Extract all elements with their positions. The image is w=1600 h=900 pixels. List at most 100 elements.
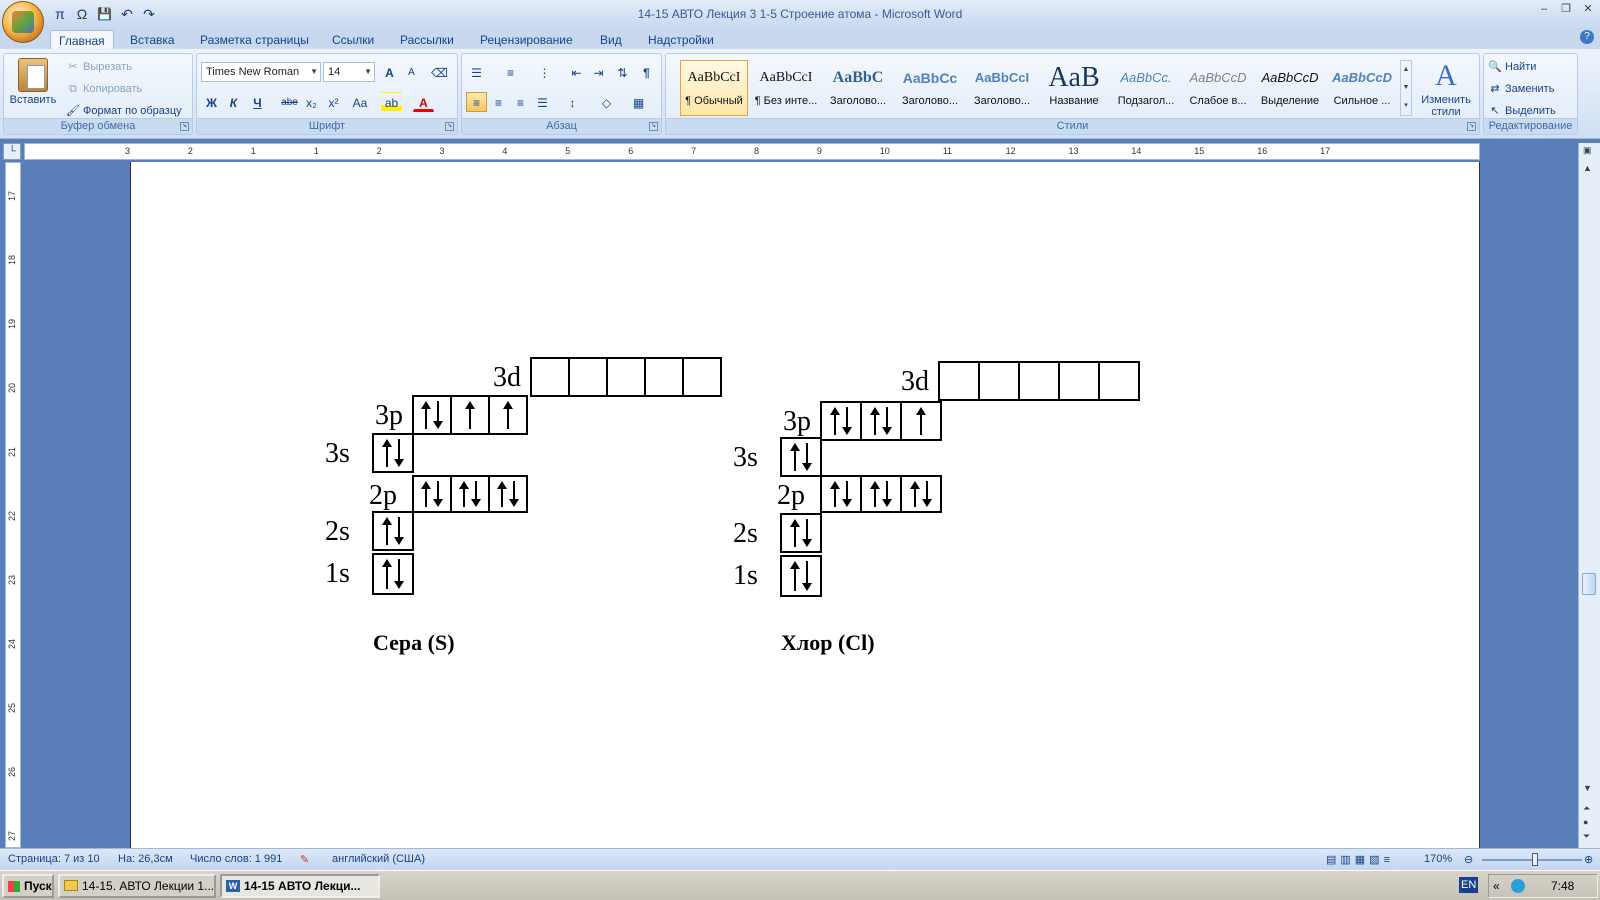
zoom-in-icon[interactable]: ⊕	[1584, 853, 1593, 866]
redo-button[interactable]: ↷	[139, 4, 159, 24]
paste-button[interactable]: Вставить	[8, 58, 58, 106]
font-name-combo[interactable]: Times New Roman ▼	[201, 62, 321, 82]
tab-insert[interactable]: Вставка	[122, 30, 183, 50]
select-button[interactable]: ↖ Выделить	[1488, 104, 1555, 118]
tab-home[interactable]: Главная	[50, 30, 114, 50]
equation-button[interactable]: π	[50, 4, 70, 24]
scroll-up-icon[interactable]: ▲	[1583, 163, 1592, 173]
zoom-slider-thumb[interactable]	[1532, 853, 1538, 866]
office-button[interactable]	[2, 1, 44, 43]
superscript-button[interactable]: x²	[323, 92, 344, 112]
find-button[interactable]: 🔍 Найти	[1488, 60, 1536, 74]
style-intense-emphasis[interactable]: AaBbCcD Сильное ...	[1328, 60, 1396, 116]
style-heading-1[interactable]: AaBbC Заголово...	[824, 60, 892, 116]
tab-review[interactable]: Рецензирование	[472, 30, 581, 50]
highlight-icon[interactable]: ab	[381, 92, 402, 112]
vertical-scrollbar[interactable]: ▣ ▲ ▼ ⏶ ● ⏷	[1578, 143, 1600, 848]
scroll-thumb[interactable]	[1582, 573, 1596, 595]
taskbar-folder-item[interactable]: 14-15. АВТО Лекции 1...	[58, 874, 216, 898]
style-subtle-emphasis[interactable]: AaBbCcD Слабое в...	[1184, 60, 1252, 116]
decrease-indent-icon[interactable]: ⇤	[566, 62, 587, 82]
tab-selector[interactable]: └	[3, 143, 21, 160]
change-case-button[interactable]: Aa	[347, 92, 373, 112]
align-center-icon[interactable]: ≡	[488, 92, 509, 112]
vertical-ruler[interactable]: 17 18 19 20 21 22 23 24 25 26 27	[5, 162, 21, 848]
style-no-spacing[interactable]: AaBbCcI ¶ Без инте...	[752, 60, 820, 116]
bullets-icon[interactable]: ☰	[466, 62, 487, 82]
clear-format-icon[interactable]: ⌫	[429, 62, 450, 82]
copy-button[interactable]: ⧉ Копировать	[66, 82, 142, 96]
subscript-button[interactable]: x₂	[301, 92, 322, 112]
change-styles-button[interactable]: A Изменить стили	[1416, 58, 1476, 118]
sort-icon[interactable]: ⇅	[612, 62, 633, 82]
undo-button[interactable]: ↶	[117, 4, 137, 24]
underline-button[interactable]: Ч	[247, 92, 268, 112]
network-icon[interactable]	[1511, 879, 1525, 893]
ruler-toggle-icon[interactable]: ▣	[1583, 145, 1592, 156]
language-badge[interactable]: EN	[1459, 877, 1479, 893]
font-color-button[interactable]: A	[413, 92, 434, 112]
bold-button[interactable]: Ж	[201, 92, 222, 112]
view-buttons-icon[interactable]: ▤▥▦▧≡	[1326, 853, 1394, 866]
format-painter-button[interactable]: 🖌 Формат по образцу	[66, 104, 182, 118]
clipboard-launcher-icon[interactable]: ↘	[180, 122, 189, 131]
borders-icon[interactable]: ▦	[628, 92, 649, 112]
word-count[interactable]: Число слов: 1 991	[190, 853, 282, 865]
grow-font-button[interactable]: A	[379, 62, 400, 82]
browse-object-icon[interactable]: ●	[1583, 817, 1588, 827]
style-heading-3[interactable]: AaBbCcI Заголово...	[968, 60, 1036, 116]
tab-view[interactable]: Вид	[592, 30, 630, 50]
align-right-icon[interactable]: ≡	[510, 92, 531, 112]
symbol-button[interactable]: Ω	[72, 4, 92, 24]
zoom-out-icon[interactable]: ⊖	[1464, 853, 1473, 866]
cut-button[interactable]: ✂ Вырезать	[66, 60, 132, 74]
tray-expand-icon[interactable]: «	[1493, 875, 1500, 897]
zoom-level[interactable]: 170%	[1424, 853, 1452, 865]
paragraph-launcher-icon[interactable]: ↘	[649, 122, 658, 131]
style-heading-2[interactable]: AaBbCc Заголово...	[896, 60, 964, 116]
horizontal-ruler[interactable]: 3 2 1 1 2 3 4 5 6 7 8 9 10 11 12 13 14 15 16 17	[24, 143, 1480, 160]
style-subtitle[interactable]: AaBbCc. Подзагол...	[1112, 60, 1180, 116]
style-title[interactable]: AaB Название	[1040, 60, 1108, 116]
tab-mailings[interactable]: Рассылки	[392, 30, 462, 50]
multilevel-list-icon[interactable]: ⋮	[534, 62, 555, 82]
justify-icon[interactable]: ☰	[532, 92, 553, 112]
increase-indent-icon[interactable]: ⇥	[588, 62, 609, 82]
style-normal[interactable]: AaBbCcI ¶ Обычный	[680, 60, 748, 116]
font-launcher-icon[interactable]: ↘	[445, 122, 454, 131]
proofing-icon[interactable]: ✎	[300, 853, 309, 866]
page-indicator[interactable]: Страница: 7 из 10	[8, 853, 100, 865]
shading-icon[interactable]: ◇	[596, 92, 617, 112]
styles-launcher-icon[interactable]: ↘	[1467, 122, 1476, 131]
orbital-cell	[860, 401, 902, 441]
align-left-icon[interactable]: ≡	[466, 92, 487, 112]
spin-down-arrowhead	[802, 539, 812, 547]
close-button[interactable]: ✕	[1580, 2, 1596, 16]
help-icon[interactable]: ?	[1580, 30, 1594, 44]
numbering-icon[interactable]: ≡	[500, 62, 521, 82]
start-button[interactable]: Пуск	[2, 874, 54, 898]
line-spacing-icon[interactable]: ↕	[562, 92, 583, 112]
tab-addins[interactable]: Надстройки	[640, 30, 722, 50]
language-indicator[interactable]: английский (США)	[332, 853, 425, 865]
italic-button[interactable]: К	[223, 92, 244, 112]
tab-references[interactable]: Ссылки	[324, 30, 382, 50]
orbital-label: 1s	[325, 558, 350, 589]
next-page-icon[interactable]: ⏷	[1583, 831, 1590, 842]
styles-scroll-icon[interactable]: ▲ ▼ ▾	[1400, 60, 1412, 116]
strikethrough-button[interactable]: abe	[279, 92, 300, 112]
position-indicator[interactable]: На: 26,3см	[118, 853, 173, 865]
save-icon[interactable]: 💾	[94, 4, 115, 24]
document-page[interactable]: 3d 3p 3s 2p 2s 1s Сера (S) 3d 3p 3s 2p 2s 1s Хлор (Cl…	[130, 162, 1480, 848]
show-formatting-button[interactable]: ¶	[636, 62, 657, 82]
restore-button[interactable]: ❐	[1558, 2, 1574, 16]
tab-page-layout[interactable]: Разметка страницы	[192, 30, 317, 50]
minimize-button[interactable]: –	[1536, 2, 1552, 16]
font-size-combo[interactable]: 14 ▼	[323, 62, 375, 82]
scroll-down-icon[interactable]: ▼	[1583, 783, 1592, 793]
replace-button[interactable]: ⇄ Заменить	[1488, 82, 1554, 96]
shrink-font-button[interactable]: A	[401, 62, 422, 82]
taskbar-word-item[interactable]: W 14-15 АВТО Лекци...	[220, 874, 380, 898]
prev-page-icon[interactable]: ⏶	[1583, 803, 1590, 814]
style-emphasis[interactable]: AaBbCcD Выделение	[1256, 60, 1324, 116]
